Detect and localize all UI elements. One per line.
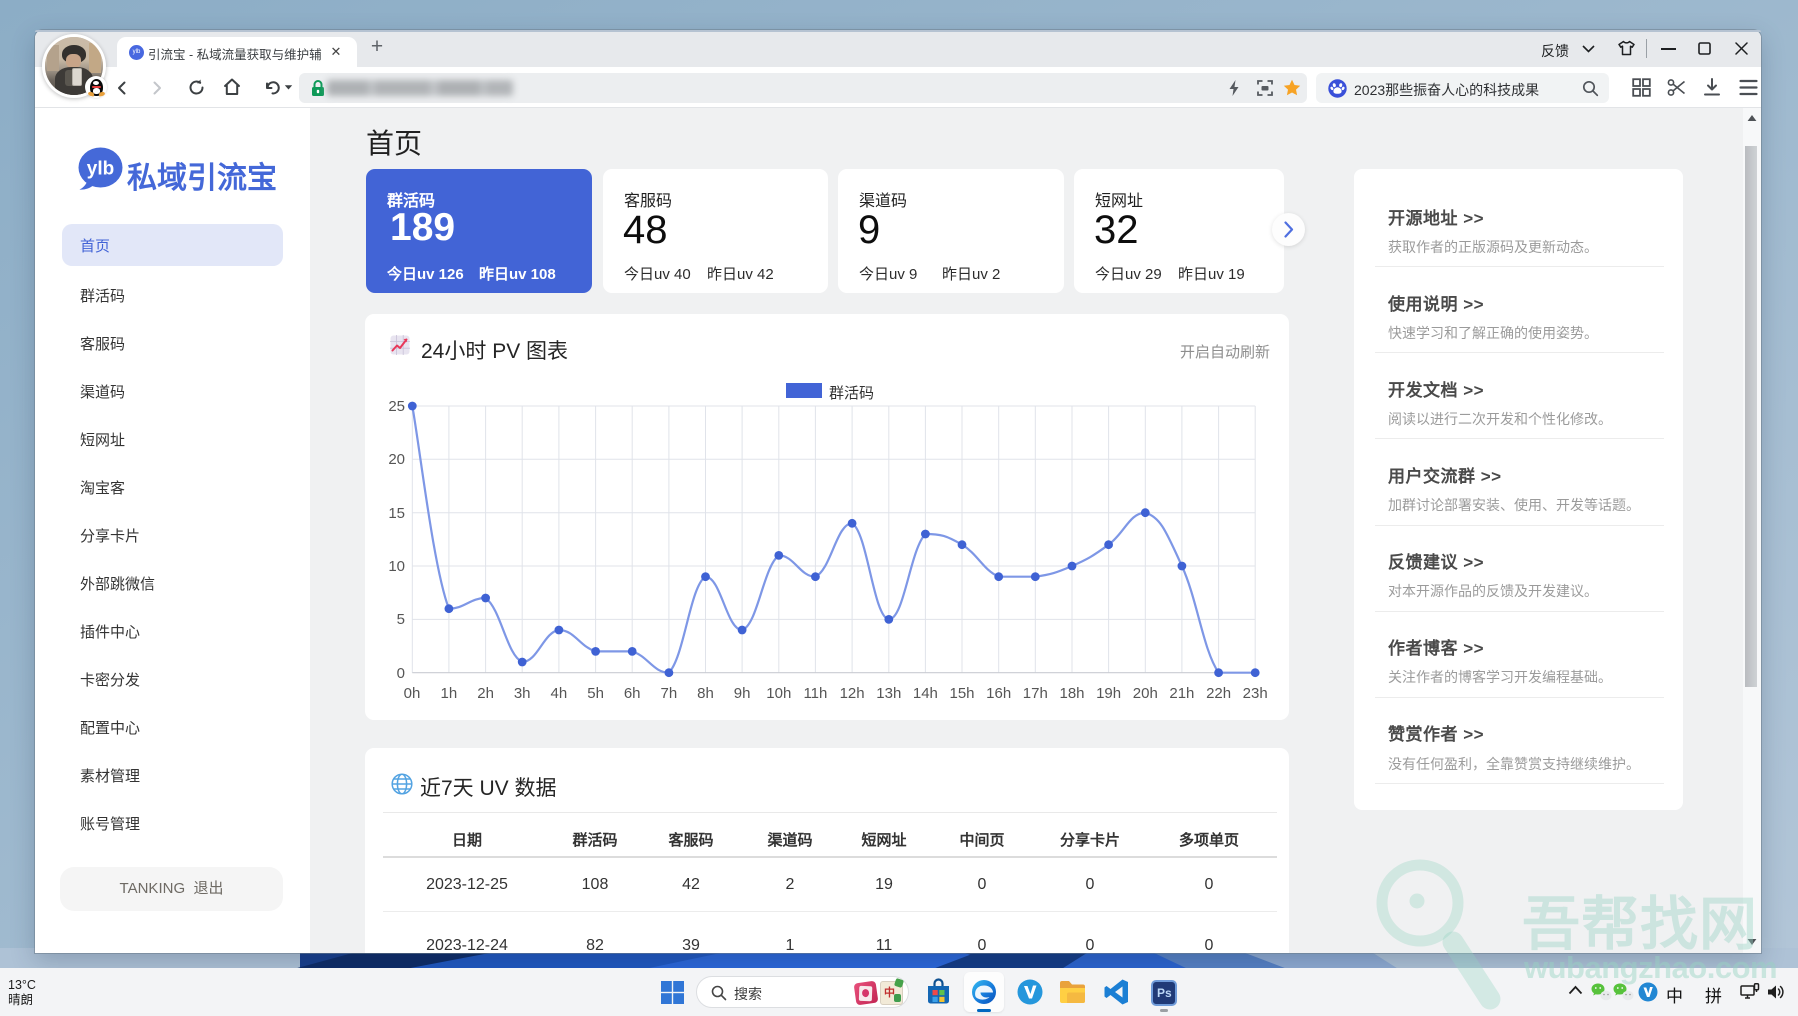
svg-text:15: 15	[388, 505, 405, 522]
svg-text:ylb: ylb	[87, 159, 114, 180]
svg-text:5: 5	[397, 611, 405, 628]
svg-text:5h: 5h	[587, 685, 604, 702]
svg-text:10h: 10h	[766, 685, 791, 702]
svg-text:0: 0	[397, 665, 405, 682]
svg-text:14h: 14h	[913, 685, 938, 702]
svg-text:0h: 0h	[404, 685, 421, 702]
svg-text:7h: 7h	[661, 685, 678, 702]
svg-text:22h: 22h	[1206, 685, 1231, 702]
svg-text:6h: 6h	[624, 685, 641, 702]
svg-text:18h: 18h	[1059, 685, 1084, 702]
svg-text:19h: 19h	[1096, 685, 1121, 702]
svg-text:13h: 13h	[876, 685, 901, 702]
svg-text:25: 25	[388, 398, 405, 415]
svg-text:11h: 11h	[803, 685, 827, 702]
svg-text:8h: 8h	[697, 685, 714, 702]
svg-text:3h: 3h	[514, 685, 531, 702]
svg-text:17h: 17h	[1023, 685, 1048, 702]
svg-text:9h: 9h	[734, 685, 751, 702]
svg-text:15h: 15h	[949, 685, 974, 702]
svg-text:16h: 16h	[986, 685, 1011, 702]
svg-text:20h: 20h	[1133, 685, 1158, 702]
svg-text:12h: 12h	[840, 685, 865, 702]
svg-text:10: 10	[388, 558, 405, 575]
svg-text:1h: 1h	[441, 685, 458, 702]
svg-text:2h: 2h	[477, 685, 494, 702]
svg-text:20: 20	[388, 451, 405, 468]
svg-text:4h: 4h	[551, 685, 568, 702]
svg-text:21h: 21h	[1169, 685, 1194, 702]
svg-text:23h: 23h	[1243, 685, 1268, 702]
